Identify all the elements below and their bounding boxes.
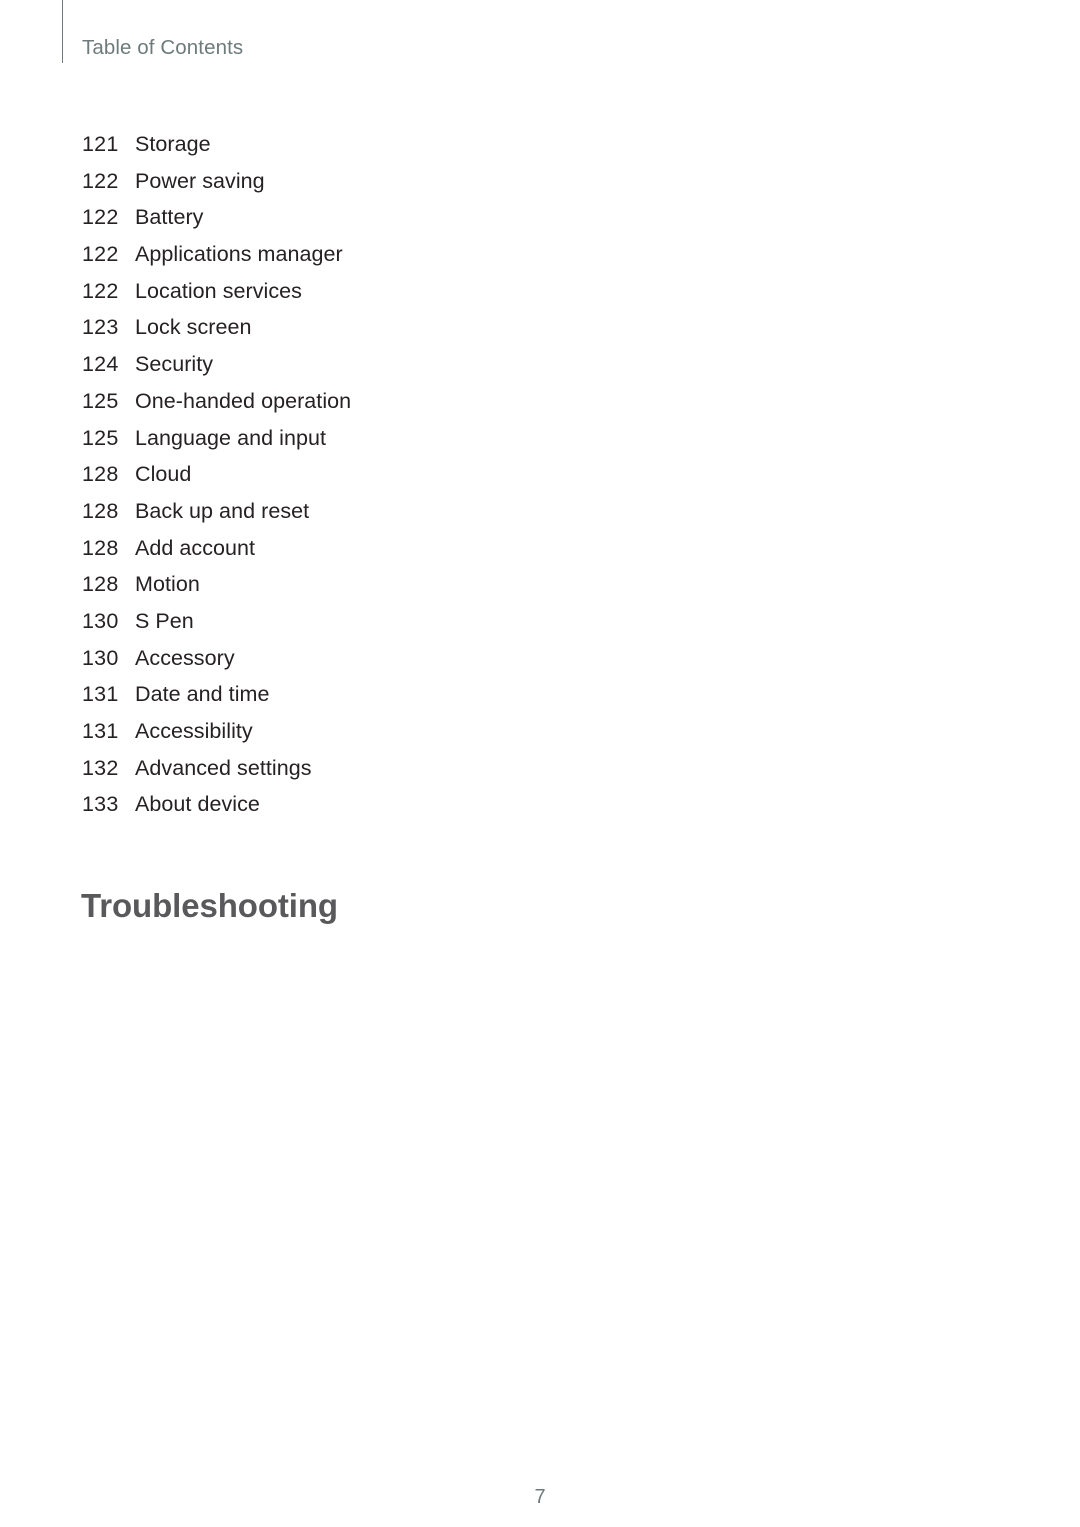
- toc-entry-label: Lock screen: [135, 315, 252, 340]
- toc-entry-label: Cloud: [135, 462, 192, 487]
- toc-entry[interactable]: 132 Advanced settings: [82, 750, 642, 787]
- toc-entry-label: Back up and reset: [135, 498, 310, 523]
- toc-entry[interactable]: 130 Accessory: [82, 640, 642, 677]
- toc-entry-page-number: 122: [82, 205, 119, 230]
- toc-entry-label: Accessibility: [135, 719, 253, 743]
- toc-entry-page-number: 123: [82, 315, 119, 340]
- toc-entry[interactable]: 133 About device: [82, 786, 642, 823]
- toc-entry-label: Security: [135, 352, 214, 377]
- toc-entry-page-number: 132: [82, 755, 119, 780]
- toc-entry[interactable]: 122 Applications manager: [82, 236, 642, 273]
- toc-entry-label: Add account: [135, 535, 256, 560]
- toc-entry-label: S Pen: [135, 608, 194, 633]
- toc-entry[interactable]: 128 Add account: [82, 530, 642, 567]
- toc-entry-page-number: 130: [82, 645, 119, 670]
- toc-entry-page-number: 128: [82, 498, 119, 523]
- toc-entry-label: Applications manager: [135, 242, 343, 267]
- toc-entry-page-number: 130: [82, 608, 119, 633]
- section-heading-troubleshooting: Troubleshooting: [81, 887, 338, 924]
- toc-entry[interactable]: 124 Security: [82, 346, 642, 383]
- toc-entry-page-number: 124: [82, 352, 119, 377]
- toc-entry-label: Accessory: [135, 645, 235, 670]
- toc-entry-label: Storage: [135, 132, 211, 156]
- toc-entry[interactable]: 123 Lock screen: [82, 309, 642, 346]
- toc-entry[interactable]: 122 Battery: [82, 199, 642, 236]
- document-page: Table of Contents 121 Storage 122 Power sav…: [0, 0, 1080, 1527]
- toc-entry-page-number: 125: [82, 388, 119, 413]
- toc-entry-label: Advanced settings: [135, 755, 312, 780]
- toc-entry[interactable]: 122 Power saving: [82, 163, 642, 200]
- toc-entry-label: Power saving: [135, 168, 265, 193]
- running-header-title: Table of Contents: [82, 36, 244, 59]
- toc-entry[interactable]: 125 Language and input: [82, 420, 642, 457]
- table-of-contents-list: 121 Storage 122 Power saving 122 Battery 122 Ap…: [82, 126, 642, 823]
- toc-entry-page-number: 131: [82, 682, 119, 707]
- toc-entry[interactable]: 121 Storage: [82, 126, 642, 163]
- toc-entry-page-number: 122: [82, 168, 119, 193]
- toc-entry-label: Battery: [135, 205, 204, 230]
- toc-entry-page-number: 122: [82, 278, 119, 303]
- toc-entry-label: Location services: [135, 278, 302, 303]
- toc-entry-label: One-handed operation: [135, 388, 352, 413]
- page-number-folio: 7: [534, 1486, 546, 1508]
- toc-entry-page-number: 128: [82, 535, 119, 560]
- toc-entry-page-number: 131: [82, 719, 119, 743]
- toc-entry-label: Motion: [135, 572, 200, 597]
- toc-entry-label: About device: [135, 792, 260, 817]
- toc-entry[interactable]: 128 Motion: [82, 566, 642, 603]
- header-divider-rule: [62, 0, 63, 63]
- toc-entry[interactable]: 128 Cloud: [82, 456, 642, 493]
- toc-entry-page-number: 128: [82, 462, 119, 487]
- toc-entry[interactable]: 122 Location services: [82, 273, 642, 310]
- toc-entry[interactable]: 131 Date and time: [82, 676, 642, 713]
- toc-entry-page-number: 122: [82, 242, 119, 267]
- toc-entry[interactable]: 128 Back up and reset: [82, 493, 642, 530]
- toc-entry-label: Language and input: [135, 425, 326, 450]
- toc-entry-page-number: 128: [82, 572, 119, 597]
- toc-entry[interactable]: 130 S Pen: [82, 603, 642, 640]
- toc-entry[interactable]: 131 Accessibility: [82, 713, 642, 750]
- toc-entry-page-number: 125: [82, 425, 119, 450]
- toc-entry-page-number: 133: [82, 792, 119, 817]
- toc-entry-page-number: 121: [82, 132, 119, 156]
- toc-entry-label: Date and time: [135, 682, 270, 707]
- toc-entry[interactable]: 125 One-handed operation: [82, 383, 642, 420]
